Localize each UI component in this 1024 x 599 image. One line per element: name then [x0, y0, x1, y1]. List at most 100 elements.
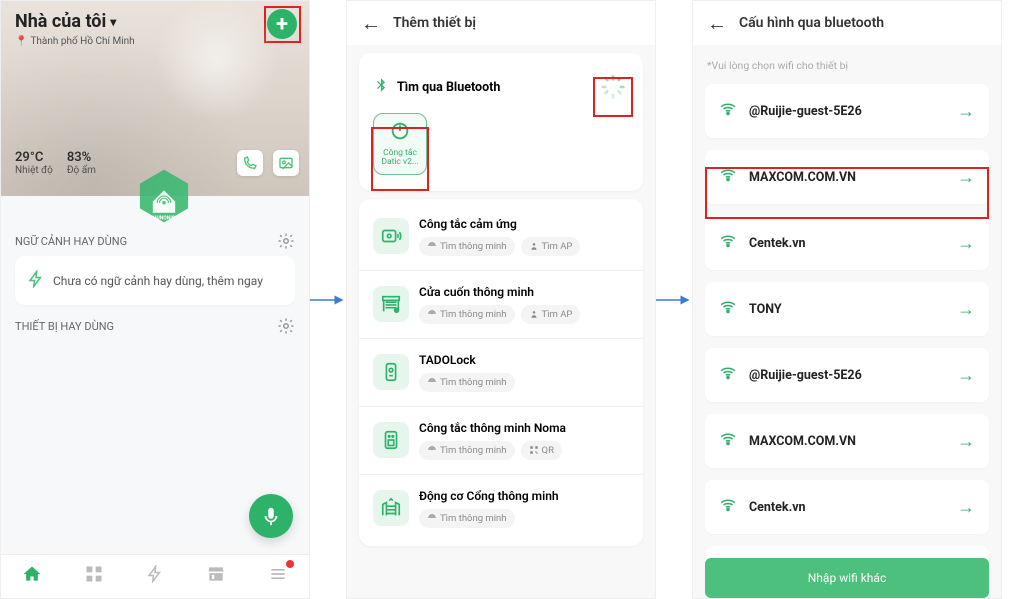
device-type-row[interactable]: Cửa cuốn thông minh Tìm thông minh Tìm A…: [359, 270, 643, 338]
stat-hum-value: 83%: [67, 150, 96, 165]
lock-icon: [373, 354, 409, 390]
power-icon: [380, 120, 420, 146]
header-wifi-config: ← Cấu hình qua bluetooth: [693, 1, 1001, 45]
arrow-right-icon: →: [957, 167, 975, 188]
brand-hex-badge: HUNONIC: [136, 168, 192, 224]
header-title: Cấu hình qua bluetooth: [739, 15, 884, 31]
wifi-item[interactable]: MAXCOM.COM.VN →: [705, 414, 989, 468]
wifi-hint: *Vui lòng chọn wifi cho thiết bị: [707, 59, 987, 72]
device-type-name: Công tắc thông minh Noma: [419, 421, 629, 435]
stat-temp-label: Nhiệt độ: [15, 165, 53, 176]
gate-motor-icon: [373, 490, 409, 526]
chip-smart-search[interactable]: Tìm thông minh: [419, 305, 515, 324]
chip-smart-search[interactable]: Tìm thông minh: [419, 237, 515, 256]
device-type-name: Cửa cuốn thông minh: [419, 285, 629, 299]
wifi-item[interactable]: @Ruijie-guest-5E26 →: [705, 348, 989, 402]
empty-scene-text: Chưa có ngữ cảnh hay dùng, thêm ngay: [53, 274, 263, 288]
wifi-icon: [719, 364, 737, 386]
sim-switch-icon: [373, 422, 409, 458]
wifi-item[interactable]: Centek.vn →: [705, 216, 989, 270]
wifi-icon: [719, 100, 737, 122]
wifi-item[interactable]: TONY →: [705, 282, 989, 336]
touch-switch-icon: [373, 218, 409, 254]
phone-icon[interactable]: [237, 150, 263, 176]
arrow-right-icon: →: [957, 497, 975, 518]
mic-fab[interactable]: [249, 494, 293, 538]
add-device-scroll[interactable]: Tìm qua Bluetooth: [347, 45, 655, 598]
wifi-icon: [719, 166, 737, 188]
weather-stats: 29°C Nhiệt độ 83% Độ ẩm: [15, 150, 96, 176]
arrow-right-icon: →: [957, 233, 975, 254]
header-add-device: ← Thêm thiết bị: [347, 1, 655, 45]
section-scenes-label: NGỮ CẢNH HAY DÙNG: [15, 235, 127, 248]
bluetooth-scan-title: Tìm qua Bluetooth: [397, 80, 500, 95]
wifi-icon: [719, 496, 737, 518]
wifi-name: @Ruijie-guest-5E26: [749, 368, 945, 383]
home-location: 📍 Thành phố Hồ Chí Minh: [15, 36, 135, 47]
tab-grid[interactable]: [84, 564, 104, 589]
tab-bar: [1, 554, 309, 598]
image-icon[interactable]: [273, 150, 299, 176]
wifi-icon: [719, 298, 737, 320]
tab-menu[interactable]: [268, 564, 288, 589]
chip-smart-search[interactable]: Tìm thông minh: [419, 441, 515, 460]
section-devices: THIẾT BỊ HAY DÙNG: [15, 317, 295, 335]
tab-store[interactable]: [206, 564, 226, 589]
empty-scene-card[interactable]: Chưa có ngữ cảnh hay dùng, thêm ngay: [15, 256, 295, 305]
found-device-label: Công tắc Datic v2...: [381, 148, 418, 167]
other-wifi-button[interactable]: Nhập wifi khác: [705, 558, 989, 598]
arrow-right-icon: →: [957, 365, 975, 386]
device-type-row[interactable]: Công tắc cảm ứng Tìm thông minh Tìm AP: [359, 203, 643, 270]
section-scenes: NGỮ CẢNH HAY DÙNG: [15, 232, 295, 250]
back-icon[interactable]: ←: [361, 11, 381, 36]
screen-home: Nhà của tôi ▾ 📍 Thành phố Hồ Chí Minh + …: [0, 0, 310, 599]
home-title[interactable]: Nhà của tôi ▾: [15, 11, 116, 32]
stat-temp-value: 29°C: [15, 150, 53, 165]
stat-hum-label: Độ ẩm: [67, 165, 96, 176]
device-type-row[interactable]: Động cơ Cổng thông minh Tìm thông minh: [359, 474, 643, 542]
add-device-button[interactable]: +: [267, 9, 297, 39]
home-location-text: Thành phố Hồ Chí Minh: [30, 36, 134, 47]
hero-icon-chips: [237, 150, 299, 176]
plus-icon: +: [276, 12, 288, 37]
wifi-item[interactable]: Centek.vn →: [705, 480, 989, 534]
device-type-name: Động cơ Cổng thông minh: [419, 489, 629, 503]
arrow-right-icon: →: [957, 101, 975, 122]
gear-icon[interactable]: [277, 317, 295, 335]
device-type-list: Công tắc cảm ứng Tìm thông minh Tìm AP: [359, 199, 643, 546]
tab-power[interactable]: [146, 565, 164, 588]
gear-icon[interactable]: [277, 232, 295, 250]
back-icon[interactable]: ←: [707, 11, 727, 36]
pin-icon: 📍: [15, 36, 27, 47]
bolt-icon: [27, 270, 45, 291]
wifi-name: Centek.vn: [749, 236, 945, 251]
stat-humidity: 83% Độ ẩm: [67, 150, 96, 176]
chip-smart-search[interactable]: Tìm thông minh: [419, 509, 515, 528]
wifi-name: MAXCOM.COM.VN: [749, 434, 945, 449]
wifi-icon: [719, 430, 737, 452]
home-title-text: Nhà của tôi: [15, 11, 106, 32]
header-title: Thêm thiết bị: [393, 15, 476, 31]
chip-qr[interactable]: QR: [521, 441, 562, 460]
wifi-name: @Ruijie-guest-5E26: [749, 104, 945, 119]
wifi-item[interactable]: @Ruijie-guest-5E26 →: [705, 84, 989, 138]
tab-home[interactable]: [22, 564, 42, 589]
device-type-row[interactable]: Công tắc thông minh Noma Tìm thông minh …: [359, 406, 643, 474]
flow-arrow-2: [656, 0, 692, 599]
hero-area: Nhà của tôi ▾ 📍 Thành phố Hồ Chí Minh + …: [1, 1, 309, 196]
found-device-tile[interactable]: Công tắc Datic v2...: [373, 113, 427, 175]
chevron-down-icon: ▾: [110, 15, 116, 29]
section-devices-label: THIẾT BỊ HAY DÙNG: [15, 320, 114, 333]
device-type-name: TADOLock: [419, 353, 629, 367]
device-type-row[interactable]: TADOLock Tìm thông minh: [359, 338, 643, 406]
notification-dot: [286, 560, 294, 568]
chip-ap[interactable]: Tìm AP: [521, 237, 581, 256]
screen-add-device: ← Thêm thiết bị Tìm qua Bluetooth: [346, 0, 656, 599]
bluetooth-scan-block: Tìm qua Bluetooth: [359, 53, 643, 191]
wifi-item[interactable]: MAXCOM.COM.VN →: [705, 150, 989, 204]
rolling-door-icon: [373, 286, 409, 322]
chip-ap[interactable]: Tìm AP: [521, 305, 581, 324]
chip-smart-search[interactable]: Tìm thông minh: [419, 373, 515, 392]
wifi-scroll[interactable]: *Vui lòng chọn wifi cho thiết bị @Ruijie…: [693, 45, 1001, 598]
bluetooth-icon: [373, 77, 389, 97]
